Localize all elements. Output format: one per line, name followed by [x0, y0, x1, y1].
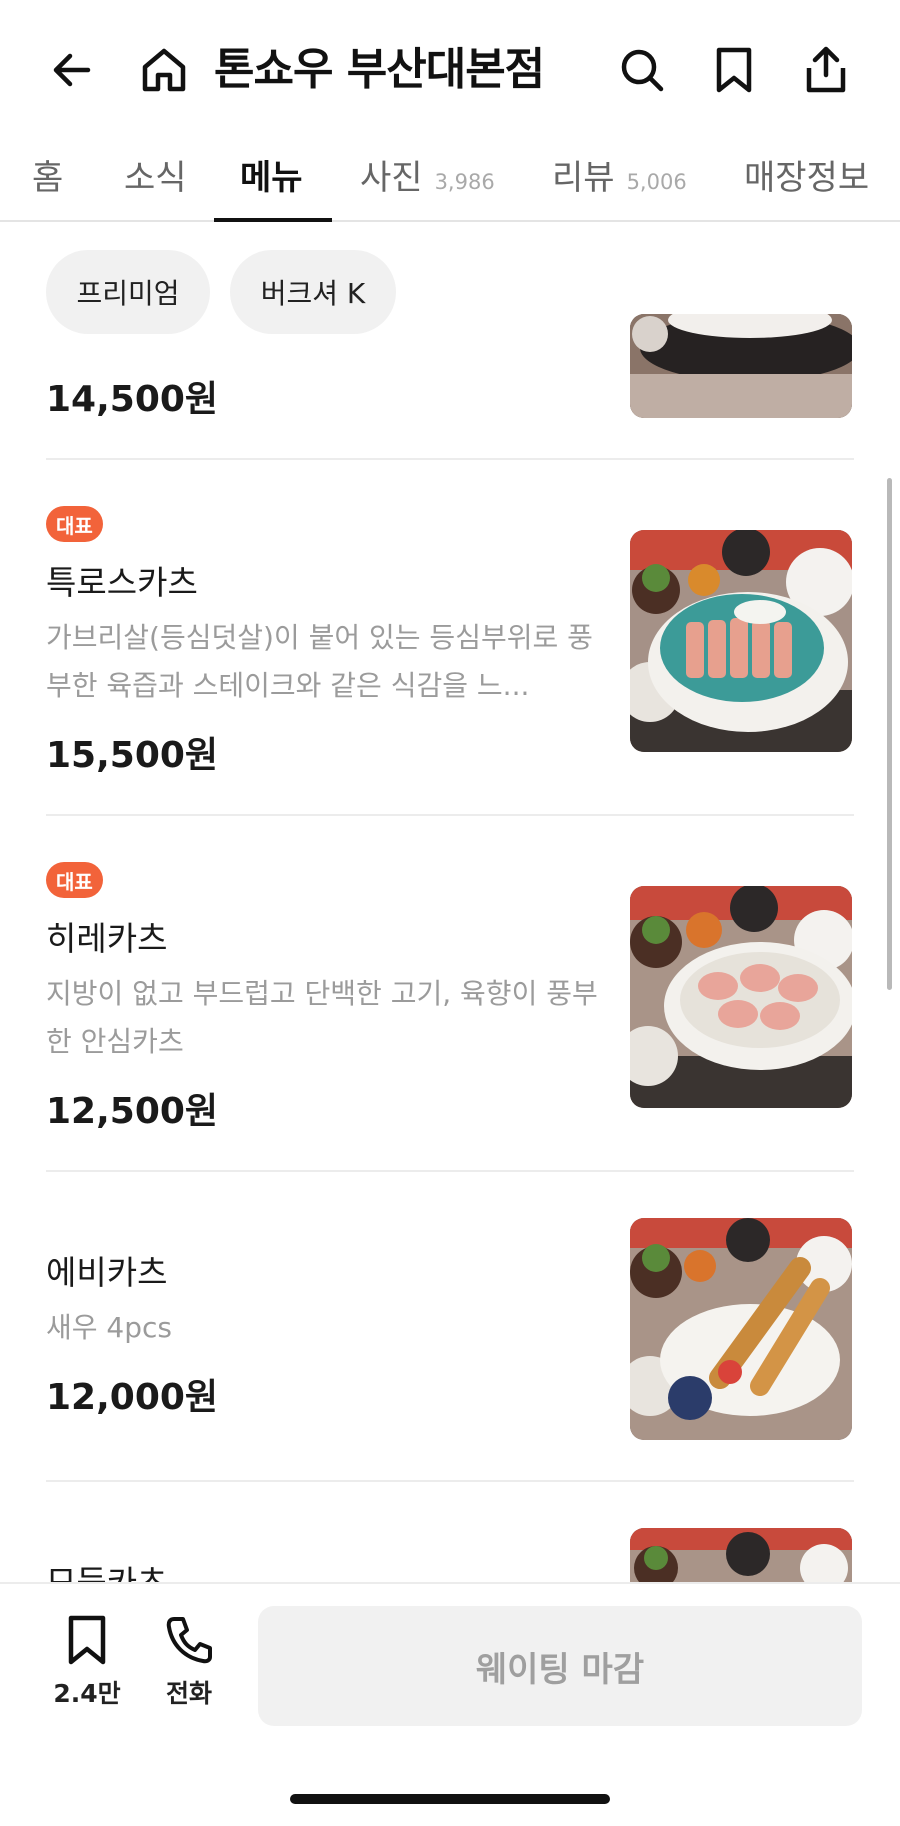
menu-item-name[interactable]: 히레카츠	[46, 912, 167, 960]
phone-icon	[166, 1617, 212, 1664]
scrollbar[interactable]	[887, 478, 892, 990]
menu-item-photo[interactable]	[630, 1218, 852, 1440]
bookmark-icon	[68, 1615, 106, 1665]
bottom-action-bar: 2.4만 전화 웨이팅 마감	[0, 1582, 900, 1826]
phone-action[interactable]: 전화	[144, 1614, 234, 1710]
divider	[46, 458, 854, 460]
phone-label: 전화	[165, 1679, 212, 1708]
menu-item-photo[interactable]	[630, 886, 852, 1108]
menu-item-name[interactable]: 특로스카츠	[46, 556, 198, 604]
divider	[46, 814, 854, 816]
signature-badge: 대표	[46, 862, 103, 898]
bookmark-action[interactable]: 2.4만	[42, 1614, 132, 1710]
bookmark-count: 2.4만	[53, 1679, 121, 1708]
menu-item-description: 새우 4pcs	[46, 1311, 172, 1344]
divider	[46, 1170, 854, 1172]
menu-item-description: 가브리살(등심덧살)이 붙어 있는 등심부위로 풍부한 육즙과 스테이크와 같은…	[46, 621, 593, 702]
menu-item-price: 15,500원	[46, 735, 219, 776]
menu-item-name[interactable]: 에비카츠	[46, 1246, 167, 1294]
divider	[46, 1480, 854, 1482]
signature-badge: 대표	[46, 506, 103, 542]
waiting-closed-button[interactable]: 웨이팅 마감	[258, 1606, 862, 1726]
home-indicator	[290, 1794, 610, 1804]
menu-item-price: 12,000원	[46, 1377, 219, 1418]
menu-item-photo[interactable]	[630, 314, 852, 418]
menu-item-photo[interactable]	[630, 530, 852, 752]
menu-item-price: 12,500원	[46, 1091, 219, 1132]
menu-item-price: 14,500원	[46, 379, 219, 420]
menu-item-description: 지방이 없고 부드럽고 단백한 고기, 육향이 풍부한 안심카츠	[46, 977, 598, 1058]
menu-item-photo[interactable]	[630, 1528, 852, 1582]
menu-list: 14,500원 대표 특로스카츠 가브리살(등심덧살)이 붙어 있는 등심부위로…	[0, 0, 900, 1602]
